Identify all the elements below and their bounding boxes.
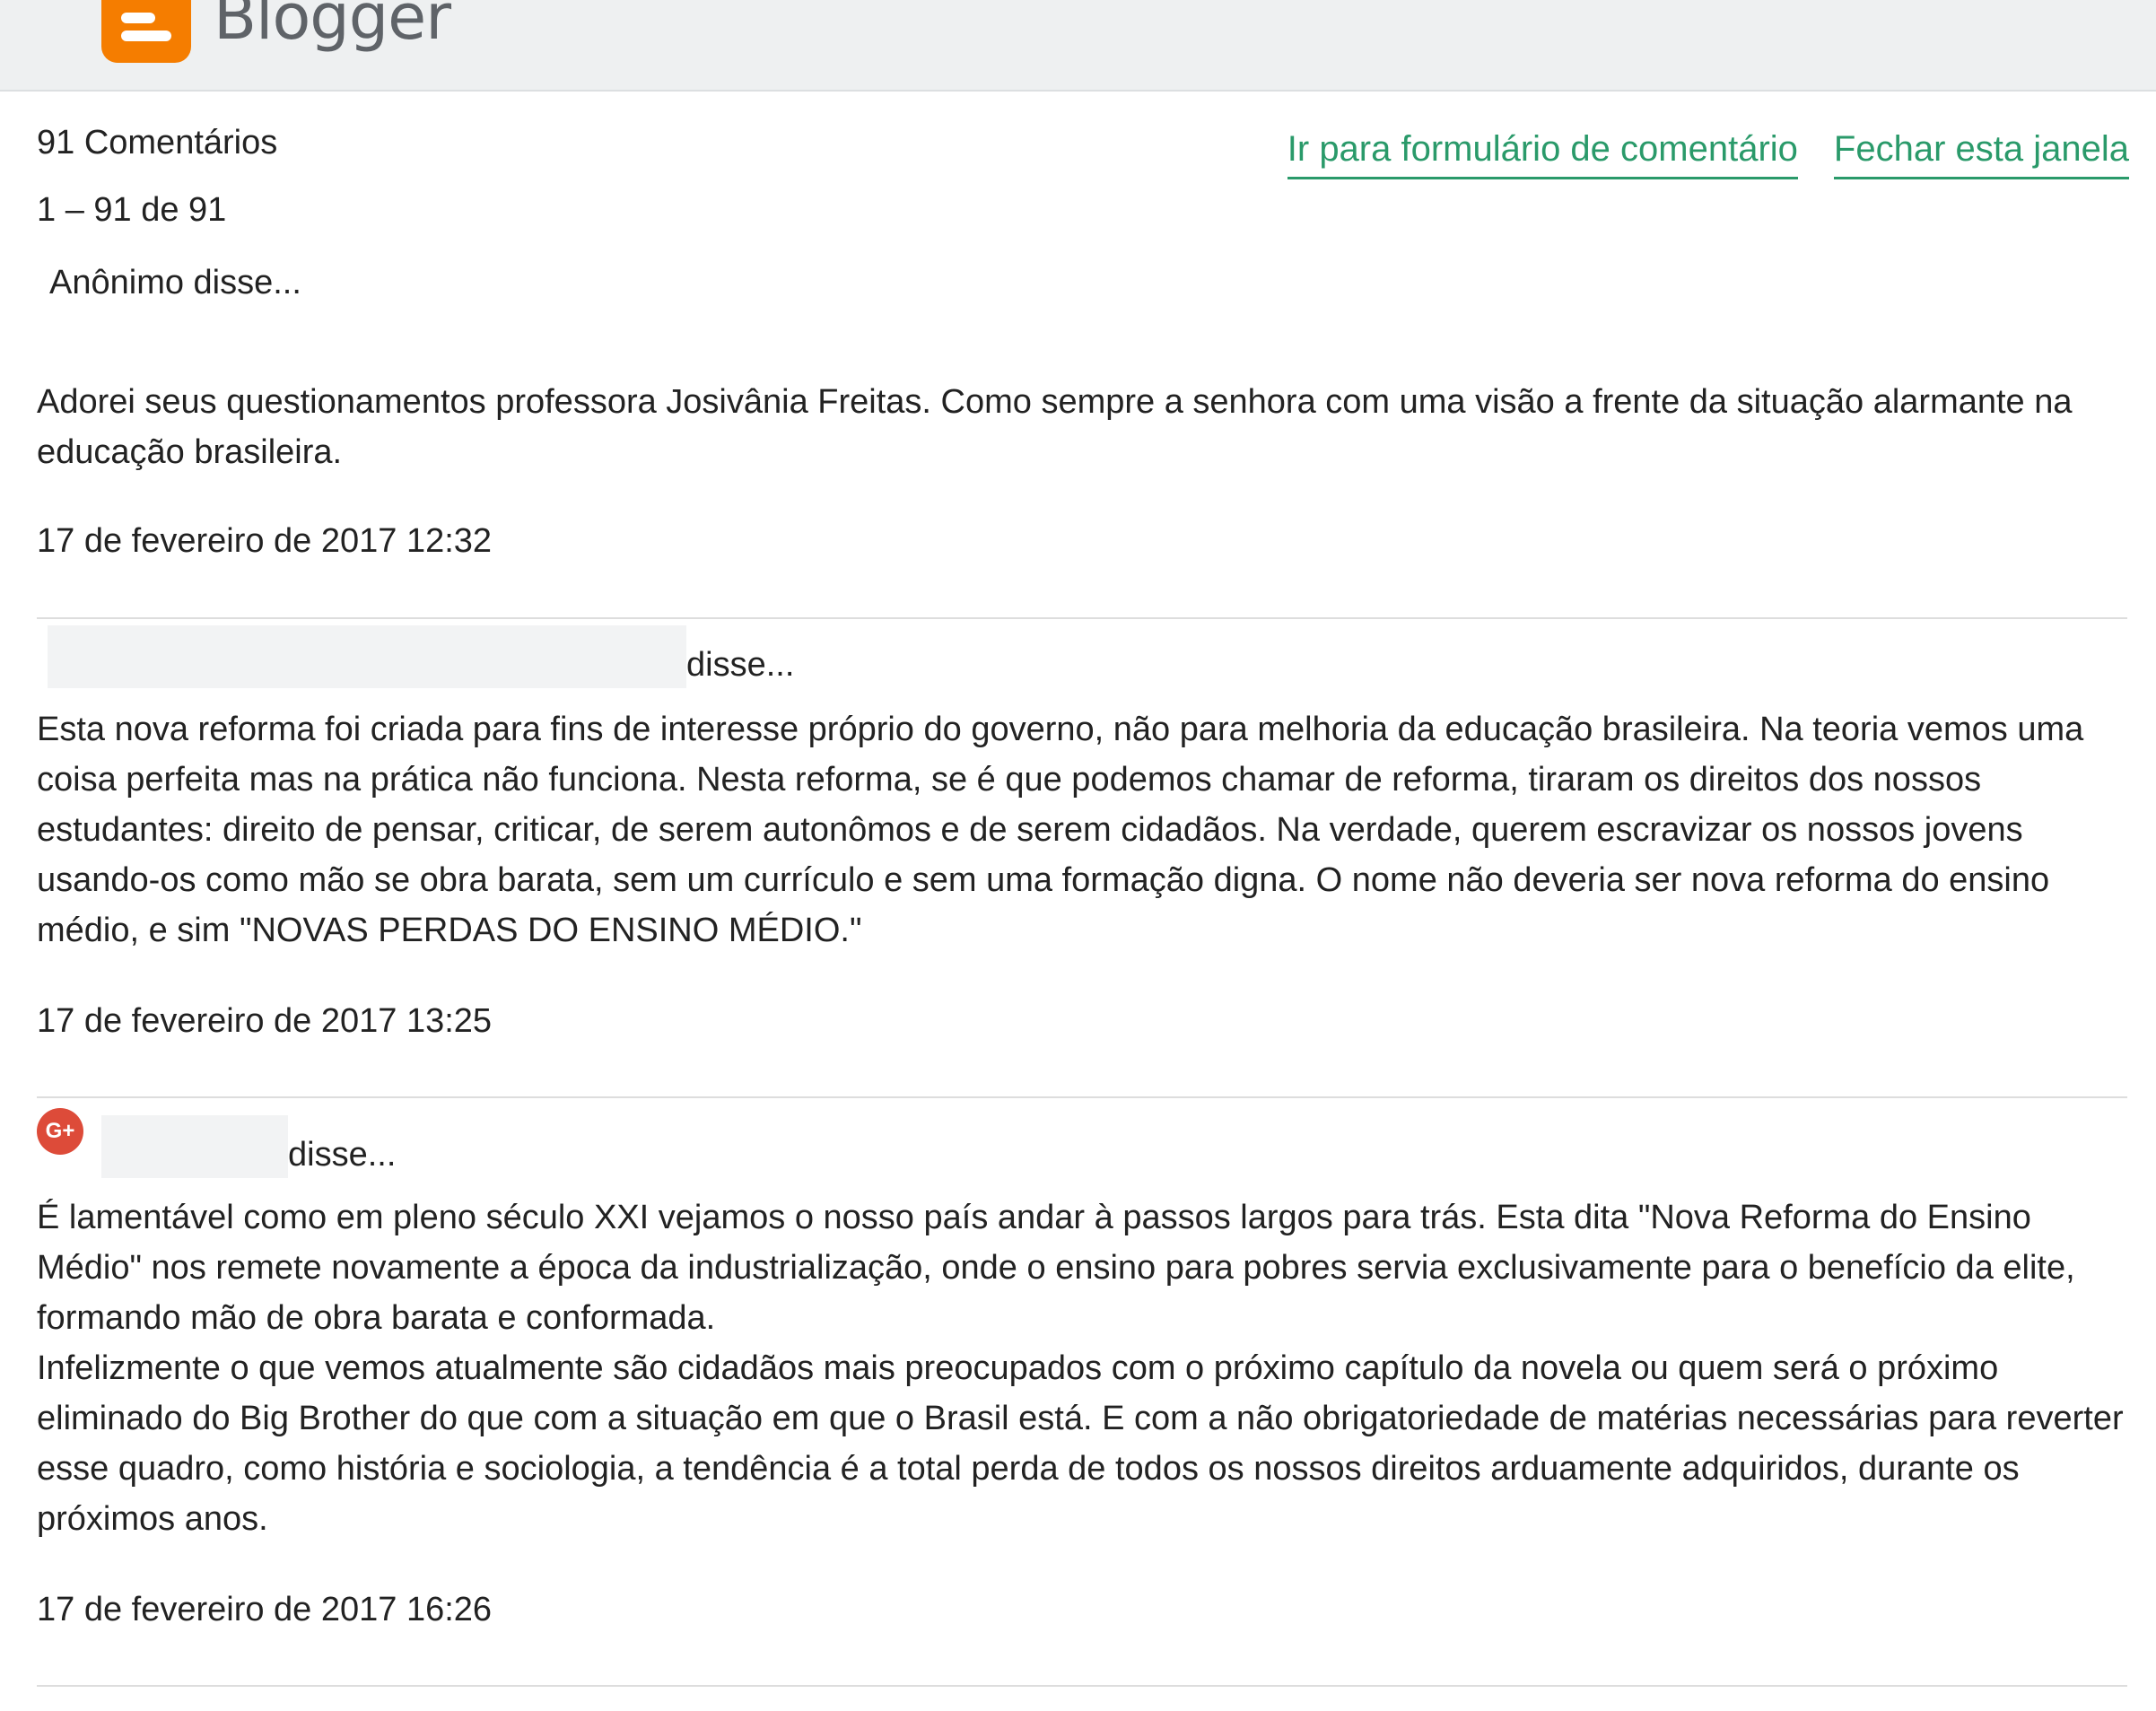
close-window-link[interactable]: Fechar esta janela (1833, 129, 2129, 179)
comment-says: disse... (686, 646, 795, 684)
comment-divider (37, 617, 2127, 619)
goto-comment-form-link[interactable]: Ir para formulário de comentário (1287, 129, 1798, 179)
top-bar: Blogger (0, 0, 2156, 92)
comment-timestamp[interactable]: 17 de fevereiro de 2017 13:25 (37, 1002, 492, 1041)
comment-author: Anônimo disse... (49, 264, 301, 301)
comment-text: Esta nova reforma foi criada para fins d… (37, 711, 2084, 949)
header-links: Ir para formulário de comentário Fechar … (1287, 129, 2129, 179)
comment-divider (37, 1685, 2127, 1687)
brand-name: Blogger (214, 0, 451, 54)
comment-says: disse... (288, 1136, 397, 1174)
redacted-author-name (48, 625, 686, 688)
comment-body: Adorei seus questionamentos professora J… (37, 377, 2127, 477)
comment-item: G+ disse... (37, 1108, 2127, 1178)
comment-timestamp[interactable]: 17 de fevereiro de 2017 16:26 (37, 1591, 492, 1629)
comment-count: 91 Comentários (37, 124, 278, 161)
comment-divider (37, 1096, 2127, 1098)
comment-body: Esta nova reforma foi criada para fins d… (37, 704, 2127, 956)
comment-timestamp[interactable]: 17 de fevereiro de 2017 12:32 (37, 522, 492, 561)
google-plus-icon[interactable]: G+ (37, 1108, 83, 1155)
comment-body: É lamentável como em pleno século XXI ve… (37, 1192, 2127, 1544)
comment-text-paragraph-1: É lamentável como em pleno século XXI ve… (37, 1199, 2075, 1337)
redacted-author-name (101, 1115, 288, 1178)
comment-item: disse... (37, 625, 2127, 688)
comment-text: Adorei seus questionamentos professora J… (37, 383, 2073, 471)
comment-item: Anônimo disse... (37, 264, 2127, 302)
comment-range: 1 – 91 de 91 (37, 191, 227, 229)
comment-text-paragraph-2: Infelizmente o que vemos atualmente são … (37, 1349, 2124, 1538)
blogger-logo-icon[interactable] (101, 0, 191, 63)
